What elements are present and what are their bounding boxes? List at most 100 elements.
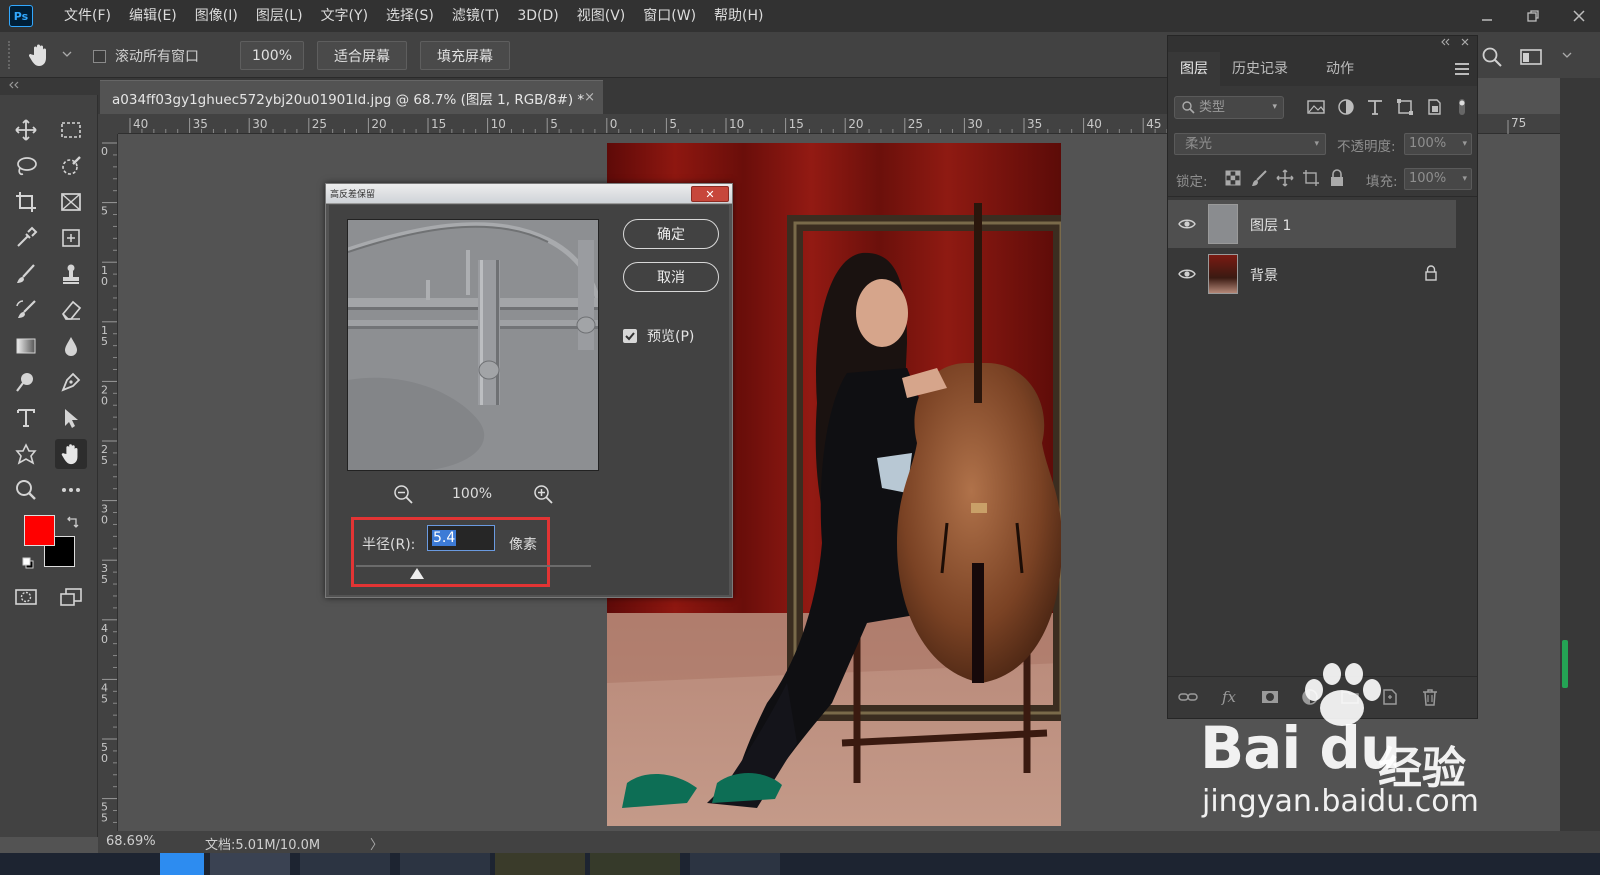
- swap-colors-icon[interactable]: [66, 515, 80, 529]
- panel-menu-icon[interactable]: [1455, 63, 1469, 75]
- path-selection-tool-icon[interactable]: [55, 403, 87, 433]
- menu-view[interactable]: 视图(V): [568, 0, 635, 32]
- menu-3d[interactable]: 3D(D): [508, 0, 567, 32]
- healing-brush-tool-icon[interactable]: [55, 223, 87, 253]
- folder-icon[interactable]: [1340, 687, 1360, 707]
- cancel-button[interactable]: 取消: [623, 262, 719, 292]
- zoom-in-icon[interactable]: [533, 484, 553, 504]
- eye-icon[interactable]: [1178, 215, 1196, 233]
- zoom-100-button[interactable]: 100%: [240, 41, 304, 70]
- menu-type[interactable]: 文字(Y): [312, 0, 377, 32]
- image-filter-icon[interactable]: [1306, 98, 1326, 116]
- shape-filter-icon[interactable]: [1395, 98, 1415, 116]
- menu-file[interactable]: 文件(F): [55, 0, 120, 32]
- ok-button[interactable]: 确定: [623, 219, 719, 249]
- eye-icon[interactable]: [1178, 265, 1196, 283]
- layer-row[interactable]: 图层 1: [1168, 200, 1456, 248]
- tab-actions[interactable]: 动作: [1314, 52, 1366, 86]
- smart-object-filter-icon[interactable]: [1424, 98, 1444, 116]
- fill-input[interactable]: 100% ▾: [1404, 168, 1472, 190]
- default-colors-icon[interactable]: [22, 557, 34, 569]
- type-tool-icon[interactable]: [10, 403, 42, 433]
- filter-preview[interactable]: [347, 219, 599, 471]
- scroll-indicator[interactable]: [1562, 640, 1568, 688]
- taskbar-item[interactable]: [400, 853, 490, 875]
- quick-mask-icon[interactable]: [10, 582, 42, 612]
- zoom-out-icon[interactable]: [393, 484, 413, 504]
- options-grip[interactable]: [8, 41, 12, 69]
- dialog-titlebar[interactable]: 高反差保留 ✕: [326, 184, 732, 204]
- search-icon[interactable]: [1481, 46, 1503, 68]
- taskbar-item[interactable]: [690, 853, 780, 875]
- type-filter-icon[interactable]: [1365, 98, 1385, 116]
- zoom-level[interactable]: 68.69%: [106, 834, 156, 849]
- close-tab-icon[interactable]: ×: [584, 90, 595, 105]
- tab-history[interactable]: 历史记录: [1220, 52, 1300, 86]
- foreground-color-swatch[interactable]: [24, 515, 55, 546]
- quick-selection-tool-icon[interactable]: [55, 151, 87, 181]
- menu-window[interactable]: 窗口(W): [634, 0, 705, 32]
- taskbar-item[interactable]: [210, 853, 290, 875]
- pen-tool-icon[interactable]: [55, 367, 87, 397]
- layer-filter-select[interactable]: 类型 ▾: [1174, 96, 1284, 119]
- blend-mode-select[interactable]: 柔光 ▾: [1174, 133, 1326, 155]
- radius-slider-thumb[interactable]: [410, 568, 425, 579]
- lock-artboard-icon[interactable]: [1302, 169, 1320, 187]
- close-panel-icon[interactable]: [1460, 37, 1470, 50]
- collapse-toolbar-icon[interactable]: [8, 80, 20, 93]
- marquee-tool-icon[interactable]: [55, 115, 87, 145]
- menu-help[interactable]: 帮助(H): [705, 0, 772, 32]
- taskbar-item[interactable]: [160, 853, 204, 875]
- menu-select[interactable]: 选择(S): [377, 0, 443, 32]
- brush-tool-icon[interactable]: [10, 259, 42, 289]
- restore-icon[interactable]: [1522, 5, 1544, 27]
- tab-layers[interactable]: 图层: [1168, 52, 1220, 86]
- taskbar-item[interactable]: [495, 853, 585, 875]
- layer-row[interactable]: 背景: [1168, 250, 1456, 298]
- eyedropper-tool-icon[interactable]: [10, 223, 42, 253]
- minimize-icon[interactable]: [1476, 5, 1498, 27]
- filter-toggle-icon[interactable]: [1455, 98, 1475, 116]
- more-tools-icon[interactable]: [55, 475, 87, 505]
- close-icon[interactable]: [1568, 5, 1590, 27]
- adjustment-icon[interactable]: [1300, 687, 1320, 707]
- screen-mode-icon[interactable]: [55, 582, 87, 612]
- scroll-all-checkbox[interactable]: [93, 50, 106, 63]
- history-brush-tool-icon[interactable]: [10, 295, 42, 325]
- preview-checkbox[interactable]: [623, 329, 637, 343]
- lock-all-icon[interactable]: [1328, 169, 1346, 187]
- lasso-tool-icon[interactable]: [10, 151, 42, 181]
- blur-tool-icon[interactable]: [55, 331, 87, 361]
- hand-icon[interactable]: [26, 42, 52, 68]
- lock-pixels-icon[interactable]: [1250, 169, 1268, 187]
- zoom-tool-icon[interactable]: [10, 475, 42, 505]
- layer-name[interactable]: 背景: [1250, 265, 1278, 285]
- menu-layer[interactable]: 图层(L): [247, 0, 312, 32]
- collapse-panel-icon[interactable]: [1440, 37, 1450, 50]
- layer-name[interactable]: 图层 1: [1250, 215, 1291, 235]
- fit-screen-button[interactable]: 适合屏幕: [317, 41, 407, 70]
- document-tab[interactable]: a034ff03gy1ghuec572ybj20u01901ld.jpg @ 6…: [100, 80, 603, 114]
- dialog-close-button[interactable]: ✕: [691, 186, 729, 202]
- mask-icon[interactable]: [1260, 687, 1280, 707]
- lock-position-icon[interactable]: [1276, 169, 1294, 187]
- status-menu-arrow[interactable]: 〉: [370, 834, 383, 853]
- crop-tool-icon[interactable]: [10, 187, 42, 217]
- new-layer-icon[interactable]: [1380, 687, 1400, 707]
- menu-edit[interactable]: 编辑(E): [120, 0, 186, 32]
- menu-image[interactable]: 图像(I): [186, 0, 247, 32]
- stamp-tool-icon[interactable]: [55, 259, 87, 289]
- move-tool-icon[interactable]: [10, 115, 42, 145]
- canvas-area-right[interactable]: [1478, 134, 1560, 831]
- frame-tool-icon[interactable]: [55, 187, 87, 217]
- taskbar-item[interactable]: [300, 853, 390, 875]
- trash-icon[interactable]: [1420, 687, 1440, 707]
- chevron-down-icon[interactable]: [1562, 50, 1584, 72]
- gradient-tool-icon[interactable]: [10, 331, 42, 361]
- fx-icon[interactable]: fx: [1220, 687, 1240, 707]
- custom-shape-tool-icon[interactable]: [10, 439, 42, 469]
- menu-filter[interactable]: 滤镜(T): [443, 0, 508, 32]
- dodge-tool-icon[interactable]: [10, 367, 42, 397]
- lock-transparent-icon[interactable]: [1224, 169, 1242, 187]
- adjustment-filter-icon[interactable]: [1336, 98, 1356, 116]
